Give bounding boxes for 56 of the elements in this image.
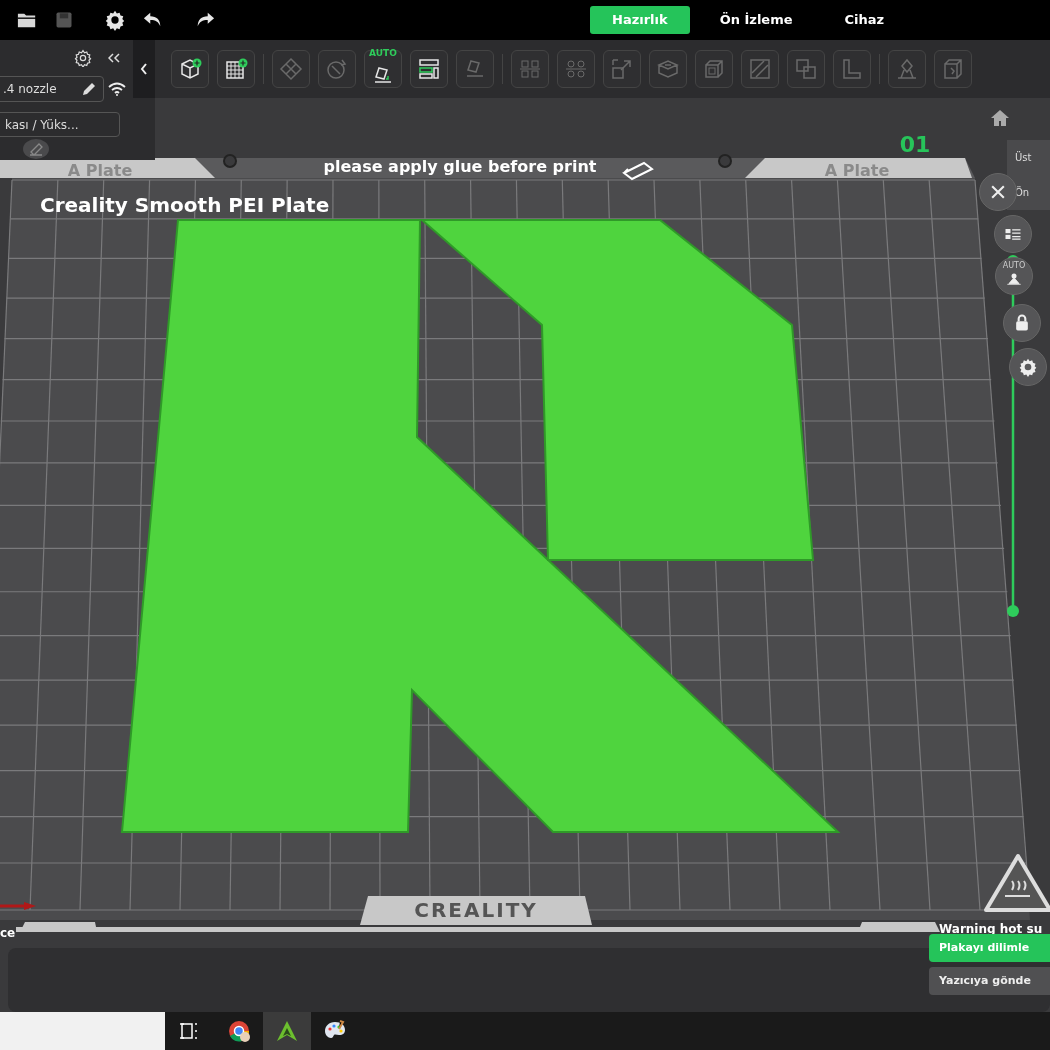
view-button[interactable]: AUTO bbox=[995, 257, 1033, 295]
nozzle-field[interactable]: .4 nozzle bbox=[0, 76, 104, 102]
layout-icon bbox=[417, 57, 441, 81]
circle-arrow-icon bbox=[325, 57, 349, 81]
send-button[interactable]: Yazıcıya gönde bbox=[929, 967, 1050, 995]
tool-button[interactable] bbox=[410, 50, 448, 88]
settings-icon bbox=[1018, 357, 1038, 377]
pencil-icon[interactable] bbox=[623, 161, 654, 180]
wifi-icon bbox=[108, 82, 126, 96]
tool-button[interactable]: AUTO bbox=[364, 50, 402, 88]
triangle-logo-icon[interactable] bbox=[275, 1019, 299, 1043]
overlap-squares-icon bbox=[794, 57, 818, 81]
tab[interactable]: Cihaz bbox=[822, 6, 907, 34]
settings-icon[interactable] bbox=[74, 49, 92, 67]
settings-icon[interactable] bbox=[104, 9, 126, 31]
cube-icon bbox=[941, 57, 965, 81]
stacked-box-icon bbox=[656, 57, 680, 81]
glue-notice: please apply glue before print bbox=[323, 157, 597, 176]
eraser-icon[interactable] bbox=[22, 138, 50, 160]
diamond-icon bbox=[279, 57, 303, 81]
figure-icon bbox=[895, 57, 919, 81]
chevron-left-icon[interactable] bbox=[140, 63, 148, 75]
hatched-square-icon bbox=[748, 57, 772, 81]
tool-button[interactable] bbox=[217, 50, 255, 88]
box-icon bbox=[702, 57, 726, 81]
view-menu-item[interactable]: Üst bbox=[1015, 150, 1050, 165]
plate-number: 01 bbox=[899, 132, 931, 157]
view-button[interactable] bbox=[1003, 304, 1041, 342]
plate-name: Creality Smooth PEI Plate bbox=[40, 193, 330, 217]
plate-type-field[interactable]: kası / Yüks... bbox=[0, 112, 120, 137]
axis-arrow bbox=[0, 902, 36, 910]
view-button[interactable] bbox=[979, 173, 1017, 211]
warning-label: Warning hot su bbox=[939, 922, 1043, 936]
home-icon[interactable] bbox=[990, 109, 1010, 127]
view-button[interactable] bbox=[1009, 348, 1047, 386]
plate-label: A Plate bbox=[824, 161, 890, 180]
axis-label: ce bbox=[0, 926, 16, 940]
four-squares-icon bbox=[518, 57, 542, 81]
view-button[interactable] bbox=[994, 215, 1032, 253]
tool-button[interactable] bbox=[171, 50, 209, 88]
brand-logo-text: CREALITY bbox=[414, 898, 538, 922]
plate-label: A Plate bbox=[67, 161, 133, 180]
taskbar-search-field[interactable] bbox=[0, 1012, 165, 1050]
l-shape-icon bbox=[840, 57, 864, 81]
cube-plus-icon bbox=[178, 57, 202, 81]
mount-hole bbox=[223, 154, 237, 168]
scale-icon bbox=[610, 57, 634, 81]
save-icon[interactable] bbox=[54, 10, 74, 30]
four-circles-icon bbox=[564, 57, 588, 81]
mount-hole bbox=[718, 154, 732, 168]
collapse-icon[interactable] bbox=[108, 53, 120, 63]
browser-icon[interactable] bbox=[227, 1019, 251, 1043]
grid-plus-icon bbox=[224, 57, 248, 81]
tab[interactable]: Ön İzleme bbox=[697, 6, 815, 34]
pencil-icon[interactable] bbox=[81, 81, 97, 97]
warning-hot-surface-icon bbox=[984, 854, 1050, 912]
